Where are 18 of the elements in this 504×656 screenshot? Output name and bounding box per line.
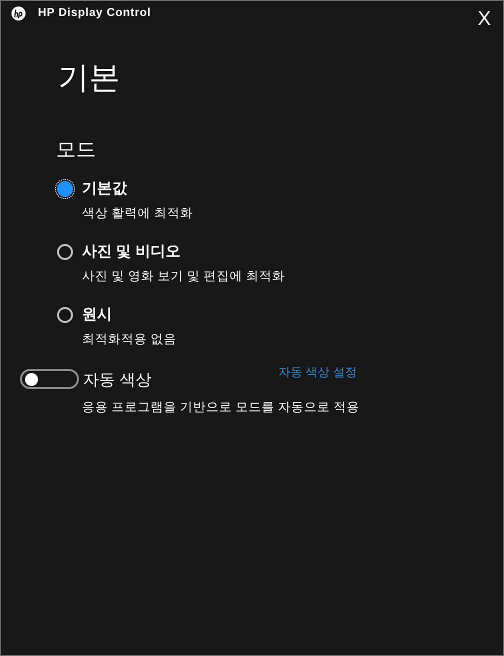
option-description: 최적화적용 없음 xyxy=(82,331,176,347)
option-label: 기본값 xyxy=(82,179,127,199)
section-title: 모드 xyxy=(56,138,96,163)
radio-button[interactable] xyxy=(57,307,73,323)
option-description: 색상 활력에 최적화 xyxy=(82,205,193,221)
toggle-switch[interactable] xyxy=(20,369,79,389)
option-label: 자동 색상 xyxy=(83,371,152,391)
logo-icon xyxy=(11,6,26,21)
option-label: 원시 xyxy=(82,305,112,325)
option-description: 응용 프로그램을 기반으로 모드를 자동으로 적용 xyxy=(82,399,360,415)
option-description: 사진 및 영화 보기 및 편집에 최적화 xyxy=(82,268,285,284)
window-title: HP Display Control xyxy=(38,6,151,21)
close-button[interactable]: X xyxy=(476,7,493,31)
settings-link[interactable]: 자동 색상 설정 xyxy=(278,363,357,381)
option-label: 사진 및 비디오 xyxy=(82,242,180,262)
radio-button[interactable] xyxy=(57,244,73,260)
page-title: 기본 xyxy=(58,59,120,97)
radio-button[interactable] xyxy=(57,181,73,197)
